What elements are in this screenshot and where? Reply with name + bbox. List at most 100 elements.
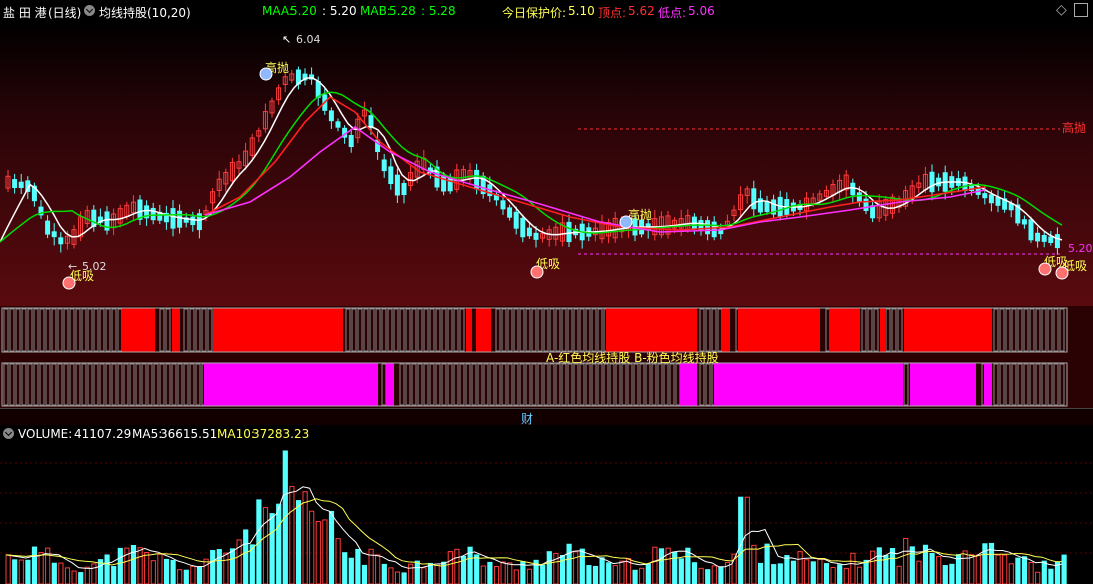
volume-bar [513, 569, 519, 584]
indicator-b-bar [429, 363, 435, 406]
indicator-b-bar [153, 363, 159, 406]
candle [962, 176, 968, 192]
indicator-name[interactable]: 均线持股(10,20) [99, 4, 191, 21]
candle [1041, 234, 1047, 242]
indicator-a-bar [387, 308, 393, 352]
volume-bar [738, 496, 744, 584]
volume-bar [64, 567, 71, 584]
indicator-a-bar [81, 308, 87, 352]
maximize-icon[interactable] [1074, 3, 1088, 17]
indicator-a-bar [573, 308, 579, 352]
volume-bar [18, 559, 24, 584]
volume-bar [856, 566, 863, 584]
candle [982, 193, 988, 199]
volume-bar [764, 543, 770, 584]
indicator-b-bar [477, 363, 483, 406]
indicator-a-bar [69, 308, 75, 352]
indicator-b-bar [39, 363, 45, 406]
volume-bar [196, 566, 203, 584]
volume-bar [757, 562, 764, 584]
indicator-a-block [722, 308, 730, 352]
indicator-b-bar [63, 363, 69, 406]
indicator-b-bar [699, 363, 705, 406]
buy-ball-icon [530, 265, 544, 279]
indicator-b-bar [669, 363, 675, 406]
indicator-b-bar [75, 363, 81, 406]
volume-bar [982, 543, 988, 584]
indicator-b-bar [993, 363, 999, 406]
indicator-a-bar [1053, 308, 1059, 352]
indicator-b-bar [123, 363, 129, 406]
indicator-a-bar [459, 308, 465, 352]
candle [764, 202, 770, 212]
indicator-a-bar [441, 308, 447, 352]
indicator-b-bar [1035, 363, 1041, 406]
volume-bar [705, 569, 711, 584]
volume-bar [929, 552, 935, 584]
volume-bar [1002, 554, 1008, 584]
indicator-a-bar [369, 308, 375, 352]
volume-bar [810, 561, 816, 584]
indicator-a-bar [453, 308, 459, 352]
indicator-a-block [606, 308, 697, 352]
indicator-a-block [476, 308, 491, 352]
price-panel[interactable]: ↖ 6.04 ← 5.02 5.20 高抛 高抛 高抛 低吸 低吸 低吸 低吸 [0, 22, 1093, 306]
volume-bar [401, 572, 407, 584]
indicator-a-block [122, 308, 155, 352]
candle [328, 110, 334, 122]
indicator-a-bar [519, 308, 525, 352]
stock-name[interactable]: 盐 田 港 [3, 4, 47, 21]
indicator-a-block [880, 308, 885, 352]
period-label[interactable]: (日线) [48, 4, 81, 21]
candle [381, 159, 387, 172]
volume-dropdown-icon[interactable] [3, 428, 14, 439]
volume-panel[interactable] [0, 443, 1093, 584]
volume-bar [1028, 562, 1034, 584]
indicator-b-bar [3, 363, 9, 406]
panel-divider[interactable]: 财 [0, 408, 1093, 426]
indicator-b-bar [447, 363, 453, 406]
indicator-b-bar [495, 363, 501, 406]
volume-bar [223, 552, 229, 584]
indicator-b-bar [159, 363, 165, 406]
indicator-b-bar [567, 363, 573, 406]
mab-value: 5.28 [389, 4, 416, 18]
volume-bar [500, 561, 506, 584]
volume-ma10-line [5, 498, 1062, 567]
volume-bar [599, 557, 605, 584]
indicator-a-bar [897, 308, 903, 352]
candle [850, 182, 856, 196]
indicator-a-bar [555, 308, 561, 352]
indicator-b-frame [1, 362, 1068, 407]
volume-bar [229, 548, 236, 584]
candle [18, 181, 24, 188]
volume-bar [975, 554, 981, 584]
volume-bar [903, 537, 909, 584]
indicator-a-bar [417, 308, 423, 352]
indicator-b-bar [195, 363, 201, 406]
diamond-icon[interactable]: ◇ [1056, 2, 1067, 18]
volume-bar [295, 500, 302, 584]
volume-bar [678, 558, 684, 584]
indicator-dropdown-icon[interactable] [84, 5, 95, 16]
indicator-b-bar [657, 363, 663, 406]
indicator-a-bar [1059, 308, 1065, 352]
indicator-b-bar [417, 363, 423, 406]
indicator-a-bar [201, 308, 207, 352]
indicator-b-bar [1011, 363, 1017, 406]
volume-bar [823, 563, 830, 584]
indicator-a-bar [33, 308, 39, 352]
maa-label: MAA: [262, 4, 293, 18]
indicator-a-bar [579, 308, 585, 352]
candle [705, 220, 711, 235]
volume-bar [685, 547, 691, 584]
indicator-b-bar [165, 363, 171, 406]
volume-bar [969, 554, 975, 584]
indicator-b-bar [45, 363, 51, 406]
indicator-b-bar [705, 363, 711, 406]
indicator-b-bar [645, 363, 651, 406]
mab-colon-value: : 5.28 [421, 4, 456, 18]
candle [401, 182, 407, 196]
volume-bar [31, 546, 38, 584]
indicator-a-bar [381, 308, 387, 352]
